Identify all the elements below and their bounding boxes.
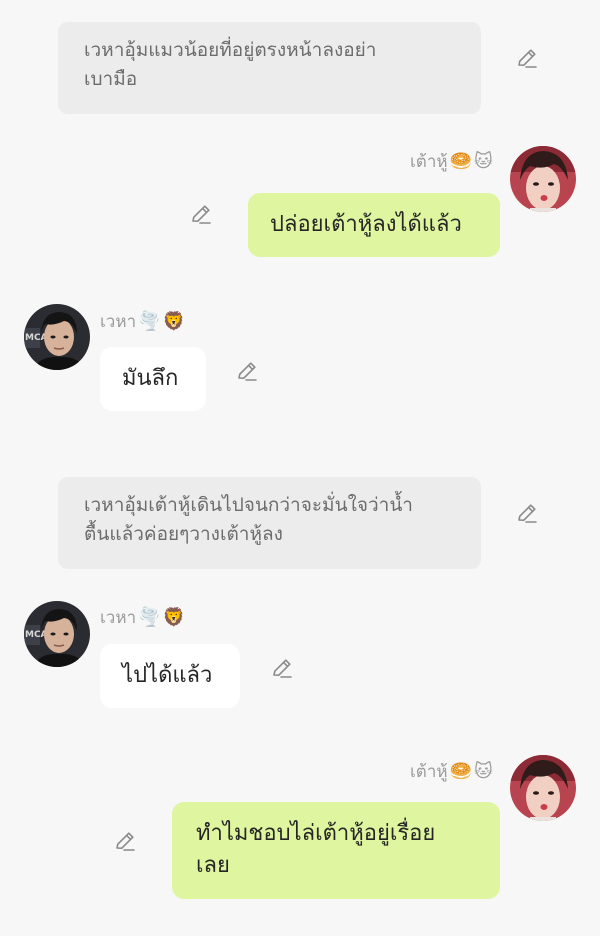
narration-text-line: เวหาอุ้มเต้าหู้เดินไปจนกว่าจะมั่นใจว่าน้… — [84, 494, 413, 516]
incoming-message-bubble[interactable]: ไปได้แล้ว — [100, 644, 240, 708]
message-text: ปล่อยเต้าหู้ลงได้แล้ว — [270, 212, 462, 237]
sender-name: เวหา — [100, 312, 137, 332]
narration-text-line: ตื้นแล้วค่อยๆวางเต้าหู้ลง — [84, 523, 283, 545]
message-text: ไปได้แล้ว — [122, 663, 213, 688]
pencil-edit-icon[interactable] — [188, 201, 214, 227]
avatar-right[interactable] — [510, 755, 576, 821]
sender-name: เวหา — [100, 608, 137, 628]
cat-emoji-icon: 🐱 — [474, 150, 493, 172]
sender-name-line: เต้าหู้ 🥯 🐱 — [410, 148, 493, 175]
bagel-emoji-icon: 🥯 — [449, 150, 473, 172]
narration-message: เวหาอุ้มเต้าหู้เดินไปจนกว่าจะมั่นใจว่าน้… — [58, 477, 481, 569]
message-text-line: ทำไมชอบไล่เต้าหู้อยู่เรื่อย — [196, 821, 436, 846]
narration-text-line: เบามือ — [84, 68, 138, 90]
cat-emoji-icon: 🐱 — [474, 760, 493, 782]
outgoing-message-bubble[interactable]: ทำไมชอบไล่เต้าหู้อยู่เรื่อย เลย — [172, 802, 500, 899]
pencil-edit-icon[interactable] — [234, 358, 260, 384]
tornado-emoji-icon: 🌪️ — [138, 310, 161, 332]
sender-name: เต้าหู้ — [410, 152, 448, 172]
lion-emoji-icon: 🦁 — [162, 606, 185, 628]
avatar-left[interactable] — [24, 601, 90, 667]
sender-name-line: เวหา 🌪️ 🦁 — [100, 308, 185, 335]
message-text-line: เลย — [196, 853, 230, 878]
sender-name-line: เต้าหู้ 🥯 🐱 — [410, 758, 493, 785]
sender-name: เต้าหู้ — [410, 762, 448, 782]
pencil-edit-icon[interactable] — [514, 45, 540, 71]
pencil-edit-icon[interactable] — [514, 500, 540, 526]
lion-emoji-icon: 🦁 — [162, 310, 185, 332]
sender-name-line: เวหา 🌪️ 🦁 — [100, 604, 185, 631]
tornado-emoji-icon: 🌪️ — [138, 606, 161, 628]
avatar-left[interactable] — [24, 304, 90, 370]
pencil-edit-icon[interactable] — [269, 655, 295, 681]
bagel-emoji-icon: 🥯 — [449, 760, 473, 782]
incoming-message-bubble[interactable]: มันลึก — [100, 347, 206, 411]
message-text: มันลึก — [122, 366, 179, 391]
pencil-edit-icon[interactable] — [112, 828, 138, 854]
avatar-right[interactable] — [510, 146, 576, 212]
narration-text-line: เวหาอุ้มแมวน้อยที่อยู่ตรงหน้าลงอย่า — [84, 39, 377, 61]
narration-message: เวหาอุ้มแมวน้อยที่อยู่ตรงหน้าลงอย่า เบาม… — [58, 22, 481, 114]
outgoing-message-bubble[interactable]: ปล่อยเต้าหู้ลงได้แล้ว — [248, 193, 500, 257]
